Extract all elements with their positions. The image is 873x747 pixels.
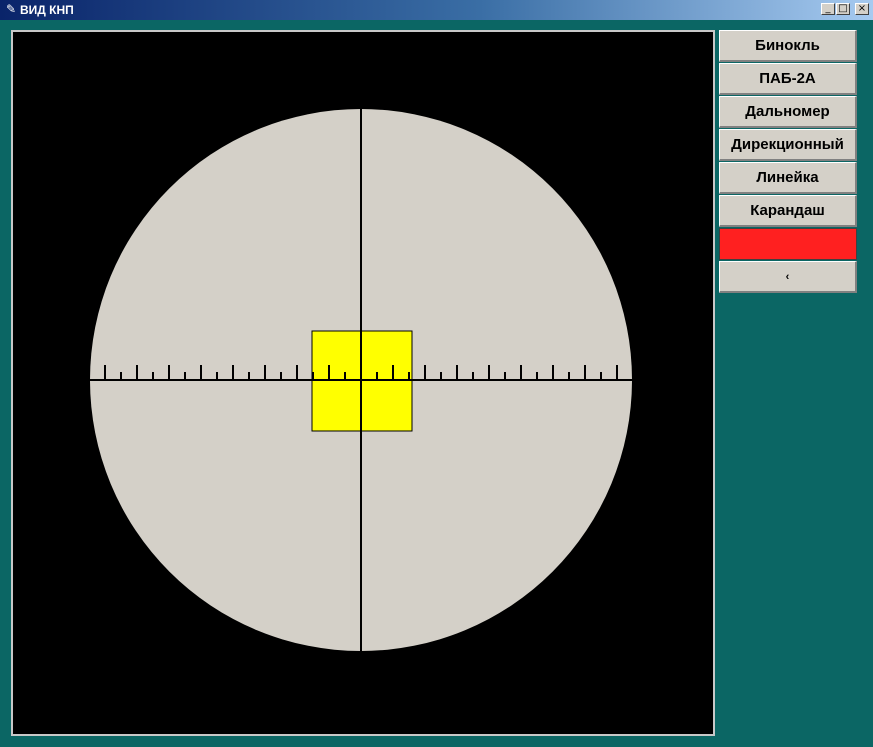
maximize-button[interactable]: □ [836, 3, 850, 15]
scope-canvas [90, 109, 632, 651]
close-icon: × [857, 3, 867, 14]
maximize-icon: □ [838, 3, 848, 14]
pab2a-button[interactable]: ПАБ-2А [719, 63, 857, 95]
directional-button[interactable]: Дирекционный [719, 129, 857, 161]
close-button[interactable]: × [855, 3, 869, 15]
minimize-button[interactable]: _ [821, 3, 835, 15]
minimize-icon: _ [825, 3, 831, 14]
window-title: ВИД КНП [20, 3, 74, 17]
back-button[interactable]: ‹ [719, 261, 857, 293]
pencil-button[interactable]: Карандаш [719, 195, 857, 227]
feather-icon: ✎ [5, 2, 17, 16]
app-window: ✎ ВИД КНП _ □ × Бинокль ПАБ-2А Дальномер… [0, 0, 873, 747]
ruler-button[interactable]: Линейка [719, 162, 857, 194]
scope-view[interactable] [11, 30, 715, 736]
title-bar[interactable]: ✎ ВИД КНП _ □ × [0, 0, 873, 20]
rangefinder-button[interactable]: Дальномер [719, 96, 857, 128]
binocular-button[interactable]: Бинокль [719, 30, 857, 62]
color-button[interactable] [719, 228, 857, 260]
